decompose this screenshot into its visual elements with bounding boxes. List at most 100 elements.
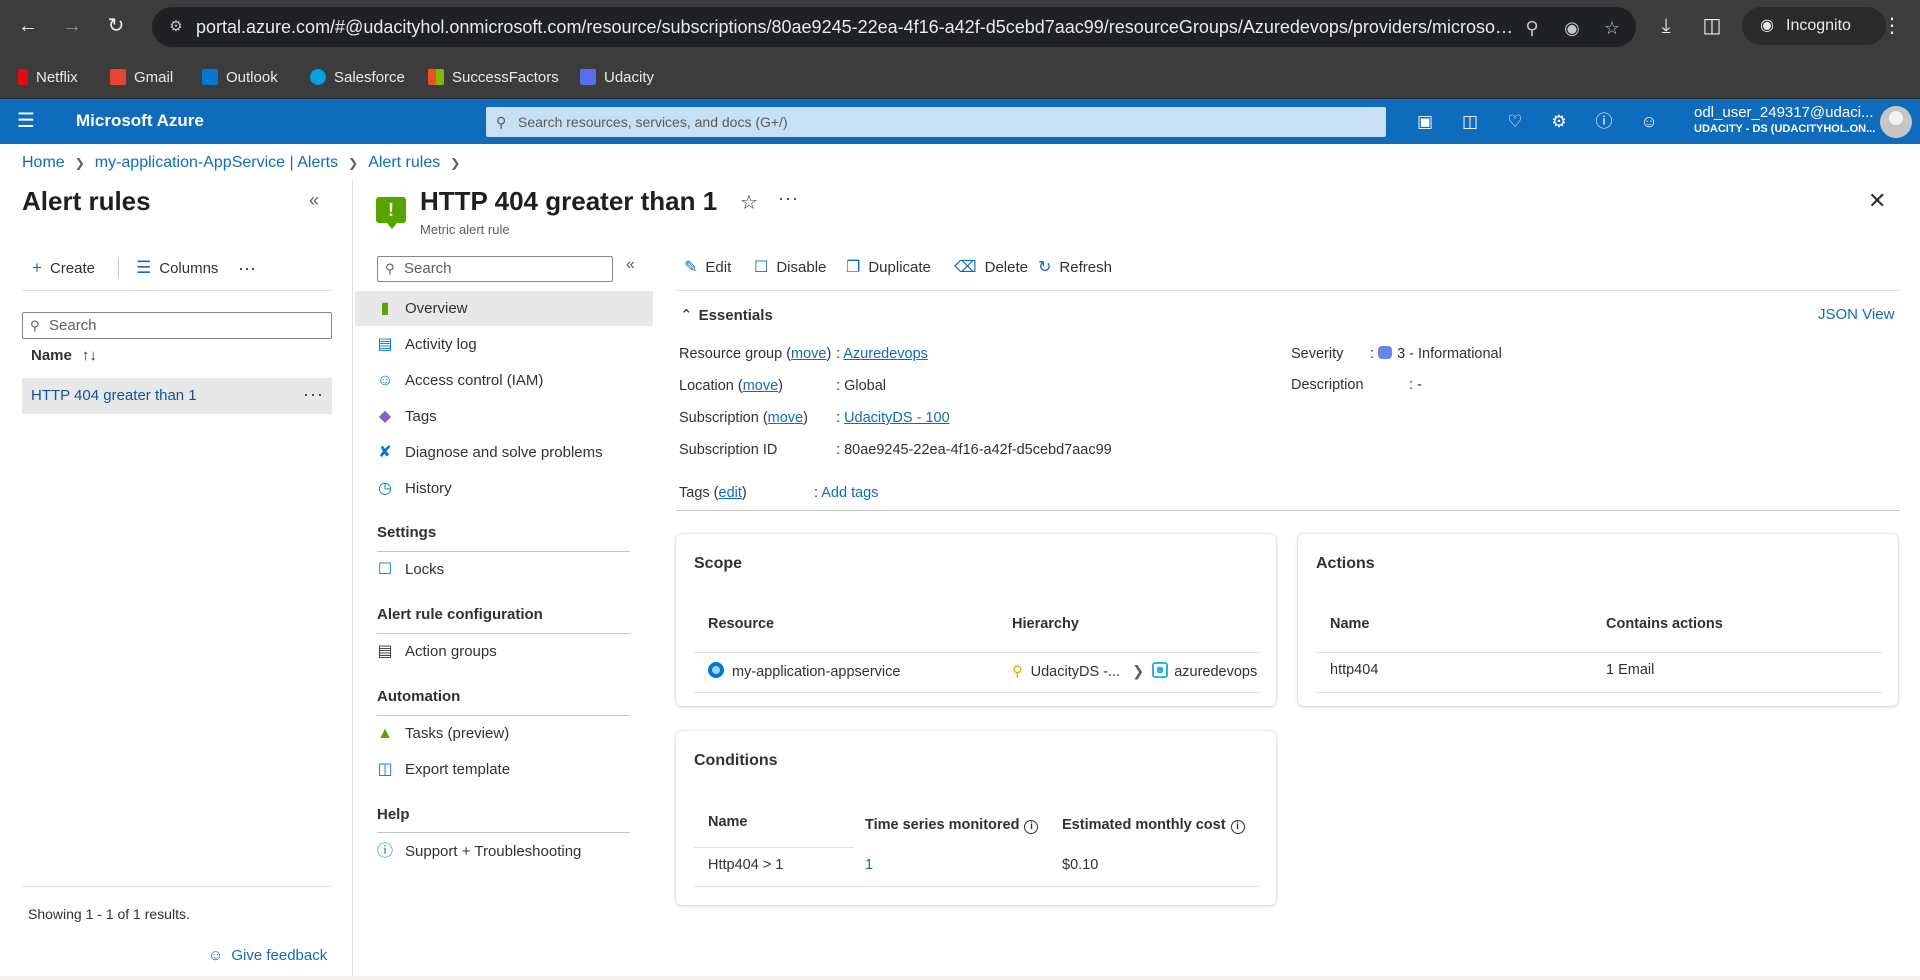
settings-gear-icon[interactable]: ⚙ bbox=[1546, 109, 1572, 135]
duplicate-button[interactable]: ❐ Duplicate bbox=[846, 256, 931, 280]
info-icon[interactable]: i bbox=[1230, 820, 1245, 834]
eye-off-icon[interactable]: ◉ bbox=[1560, 17, 1584, 39]
bookmark-label: Salesforce bbox=[334, 69, 405, 86]
menu-item-locks[interactable]: ☐ Locks bbox=[355, 552, 653, 587]
resource-group-icon bbox=[1152, 662, 1169, 678]
bookmark-label: Udacity bbox=[604, 69, 655, 86]
chevron-right-icon: ❯ bbox=[450, 156, 461, 170]
collapse-menu-icon[interactable]: « bbox=[626, 256, 635, 274]
time-series-link[interactable]: 1 bbox=[865, 857, 873, 873]
bookmark-salesforce[interactable]: Salesforce bbox=[310, 57, 405, 99]
menu-label: Overview bbox=[405, 300, 468, 317]
breadcrumb-home[interactable]: Home bbox=[22, 154, 65, 171]
global-search-input[interactable]: ⚲ Search resources, services, and docs (… bbox=[486, 107, 1386, 137]
list-item[interactable]: HTTP 404 greater than 1 ··· bbox=[22, 378, 332, 414]
forward-icon[interactable]: → bbox=[58, 12, 86, 40]
more-options-icon[interactable]: ··· bbox=[238, 254, 256, 282]
essentials-toggle[interactable]: ⌃ Essentials bbox=[680, 306, 773, 324]
avatar[interactable] bbox=[1880, 106, 1912, 138]
row-divider bbox=[1316, 652, 1882, 653]
bookmark-star-icon[interactable]: ☆ bbox=[1600, 17, 1624, 39]
subscription-link[interactable]: UdacityDS - 100 bbox=[844, 410, 950, 426]
rule-name[interactable]: HTTP 404 greater than 1 bbox=[31, 387, 197, 404]
info-icon[interactable]: i bbox=[1024, 820, 1039, 834]
bookmark-successfactors[interactable]: SuccessFactors bbox=[428, 57, 559, 99]
move-link[interactable]: move bbox=[743, 378, 778, 394]
overview-icon: ▮ bbox=[380, 300, 390, 317]
portal-brand[interactable]: Microsoft Azure bbox=[76, 111, 204, 131]
reload-icon[interactable]: ↻ bbox=[102, 12, 130, 40]
resource-group-link[interactable]: Azuredevops bbox=[843, 346, 928, 362]
kebab-menu-icon[interactable]: ⋮ bbox=[1878, 12, 1906, 40]
zoom-icon[interactable]: ⚲ bbox=[1520, 17, 1544, 39]
account-menu[interactable]: odl_user_249317@udaci... UDACITY - DS (U… bbox=[1694, 104, 1880, 135]
edit-button[interactable]: ✎ Edit bbox=[684, 256, 731, 280]
menu-item-tasks[interactable]: ▲ Tasks (preview) bbox=[355, 716, 653, 751]
feedback-icon[interactable]: ☺ bbox=[1636, 109, 1662, 135]
add-tags-link[interactable]: Add tags bbox=[821, 485, 878, 501]
search-icon: ⚲ bbox=[30, 318, 40, 333]
menu-item-support[interactable]: ⓘ Support + Troubleshooting bbox=[355, 834, 653, 869]
disable-button[interactable]: ☐ Disable bbox=[754, 256, 826, 280]
directory-filter-icon[interactable]: ◫ bbox=[1457, 109, 1483, 135]
url-text[interactable]: portal.azure.com/#@udacityhol.onmicrosof… bbox=[196, 17, 1516, 38]
menu-item-activity-log[interactable]: ▤ Activity log bbox=[355, 327, 653, 362]
time-series-count[interactable]: 1 bbox=[865, 857, 873, 873]
help-icon[interactable]: ⓘ bbox=[1591, 109, 1617, 135]
portal-menu-icon[interactable]: ☰ bbox=[14, 109, 38, 133]
bookmark-netflix[interactable]: Netflix bbox=[18, 57, 78, 99]
site-info-icon[interactable]: ⚙ bbox=[166, 17, 186, 37]
bookmark-udacity[interactable]: Udacity bbox=[580, 57, 654, 99]
collapse-pane-icon[interactable]: « bbox=[304, 190, 324, 214]
name-column-header[interactable]: Name ↑↓ bbox=[31, 347, 97, 364]
incognito-badge[interactable]: ◉ Incognito bbox=[1742, 7, 1886, 45]
menu-item-access-control[interactable]: ☺ Access control (IAM) bbox=[355, 363, 653, 398]
menu-item-history[interactable]: ◷ History bbox=[355, 471, 653, 506]
menu-item-export-template[interactable]: ◫ Export template bbox=[355, 752, 653, 787]
search-icon: ⚲ bbox=[496, 114, 507, 130]
address-bar[interactable]: ⚙ portal.azure.com/#@udacityhol.onmicros… bbox=[152, 7, 1636, 47]
close-icon[interactable]: ✕ bbox=[1868, 188, 1886, 214]
edit-tags-link[interactable]: edit bbox=[719, 485, 742, 501]
row-more-icon[interactable]: ··· bbox=[303, 384, 324, 405]
gmail-icon bbox=[110, 69, 126, 85]
resource-menu-search-input[interactable]: ⚲ Search bbox=[377, 256, 613, 282]
json-view-link[interactable]: JSON View bbox=[1818, 306, 1894, 323]
cloud-shell-icon[interactable]: ▣ bbox=[1412, 109, 1438, 135]
sort-icon[interactable]: ↑↓ bbox=[82, 347, 97, 364]
label-text: Location bbox=[679, 378, 734, 394]
refresh-button[interactable]: ↻ Refresh bbox=[1038, 256, 1112, 280]
scope-resource[interactable]: my-application-appservice bbox=[708, 662, 900, 680]
hierarchy-subscription[interactable]: UdacityDS -... bbox=[1031, 664, 1120, 680]
menu-item-overview[interactable]: ▮ Overview bbox=[355, 291, 653, 326]
download-icon[interactable]: ⤓ bbox=[1652, 12, 1680, 40]
breadcrumb-alerts[interactable]: my-application-AppService | Alerts bbox=[95, 154, 338, 171]
row-divider bbox=[694, 692, 1260, 693]
action-group-name[interactable]: http404 bbox=[1330, 662, 1378, 678]
horizontal-scrollbar[interactable] bbox=[0, 976, 1920, 980]
condition-name[interactable]: Http404 > 1 bbox=[708, 857, 783, 873]
menu-item-action-groups[interactable]: ▤ Action groups bbox=[355, 634, 653, 669]
breadcrumb-alert-rules[interactable]: Alert rules bbox=[368, 154, 440, 171]
columns-button[interactable]: ☰ Columns bbox=[136, 254, 218, 282]
favorite-star-icon[interactable]: ☆ bbox=[740, 190, 758, 215]
hierarchy-resource-group[interactable]: azuredevops bbox=[1174, 664, 1257, 680]
move-link[interactable]: move bbox=[791, 346, 826, 362]
move-link[interactable]: move bbox=[768, 410, 803, 426]
menu-item-tags[interactable]: ◆ Tags bbox=[355, 399, 653, 434]
delete-button[interactable]: ⌫ Delete bbox=[954, 256, 1028, 280]
more-options-icon[interactable]: ··· bbox=[778, 188, 799, 209]
give-feedback-link[interactable]: ☺ Give feedback bbox=[208, 947, 327, 964]
alert-rules-search-input[interactable]: ⚲ Search bbox=[22, 312, 332, 339]
bookmark-gmail[interactable]: Gmail bbox=[110, 57, 173, 99]
back-icon[interactable]: ← bbox=[14, 12, 42, 40]
notifications-bell-icon[interactable]: ♡ bbox=[1502, 109, 1528, 135]
bookmark-outlook[interactable]: Outlook bbox=[202, 57, 278, 99]
resource-group-label: Resource group (move) bbox=[679, 346, 832, 362]
side-panel-icon[interactable]: ◫ bbox=[1698, 12, 1726, 40]
menu-item-diagnose[interactable]: ✘ Diagnose and solve problems bbox=[355, 435, 653, 470]
create-button[interactable]: + Create bbox=[32, 254, 95, 282]
description-label: Description bbox=[1291, 377, 1364, 393]
outlook-icon bbox=[202, 69, 218, 85]
chevron-up-icon: ⌃ bbox=[680, 307, 693, 324]
